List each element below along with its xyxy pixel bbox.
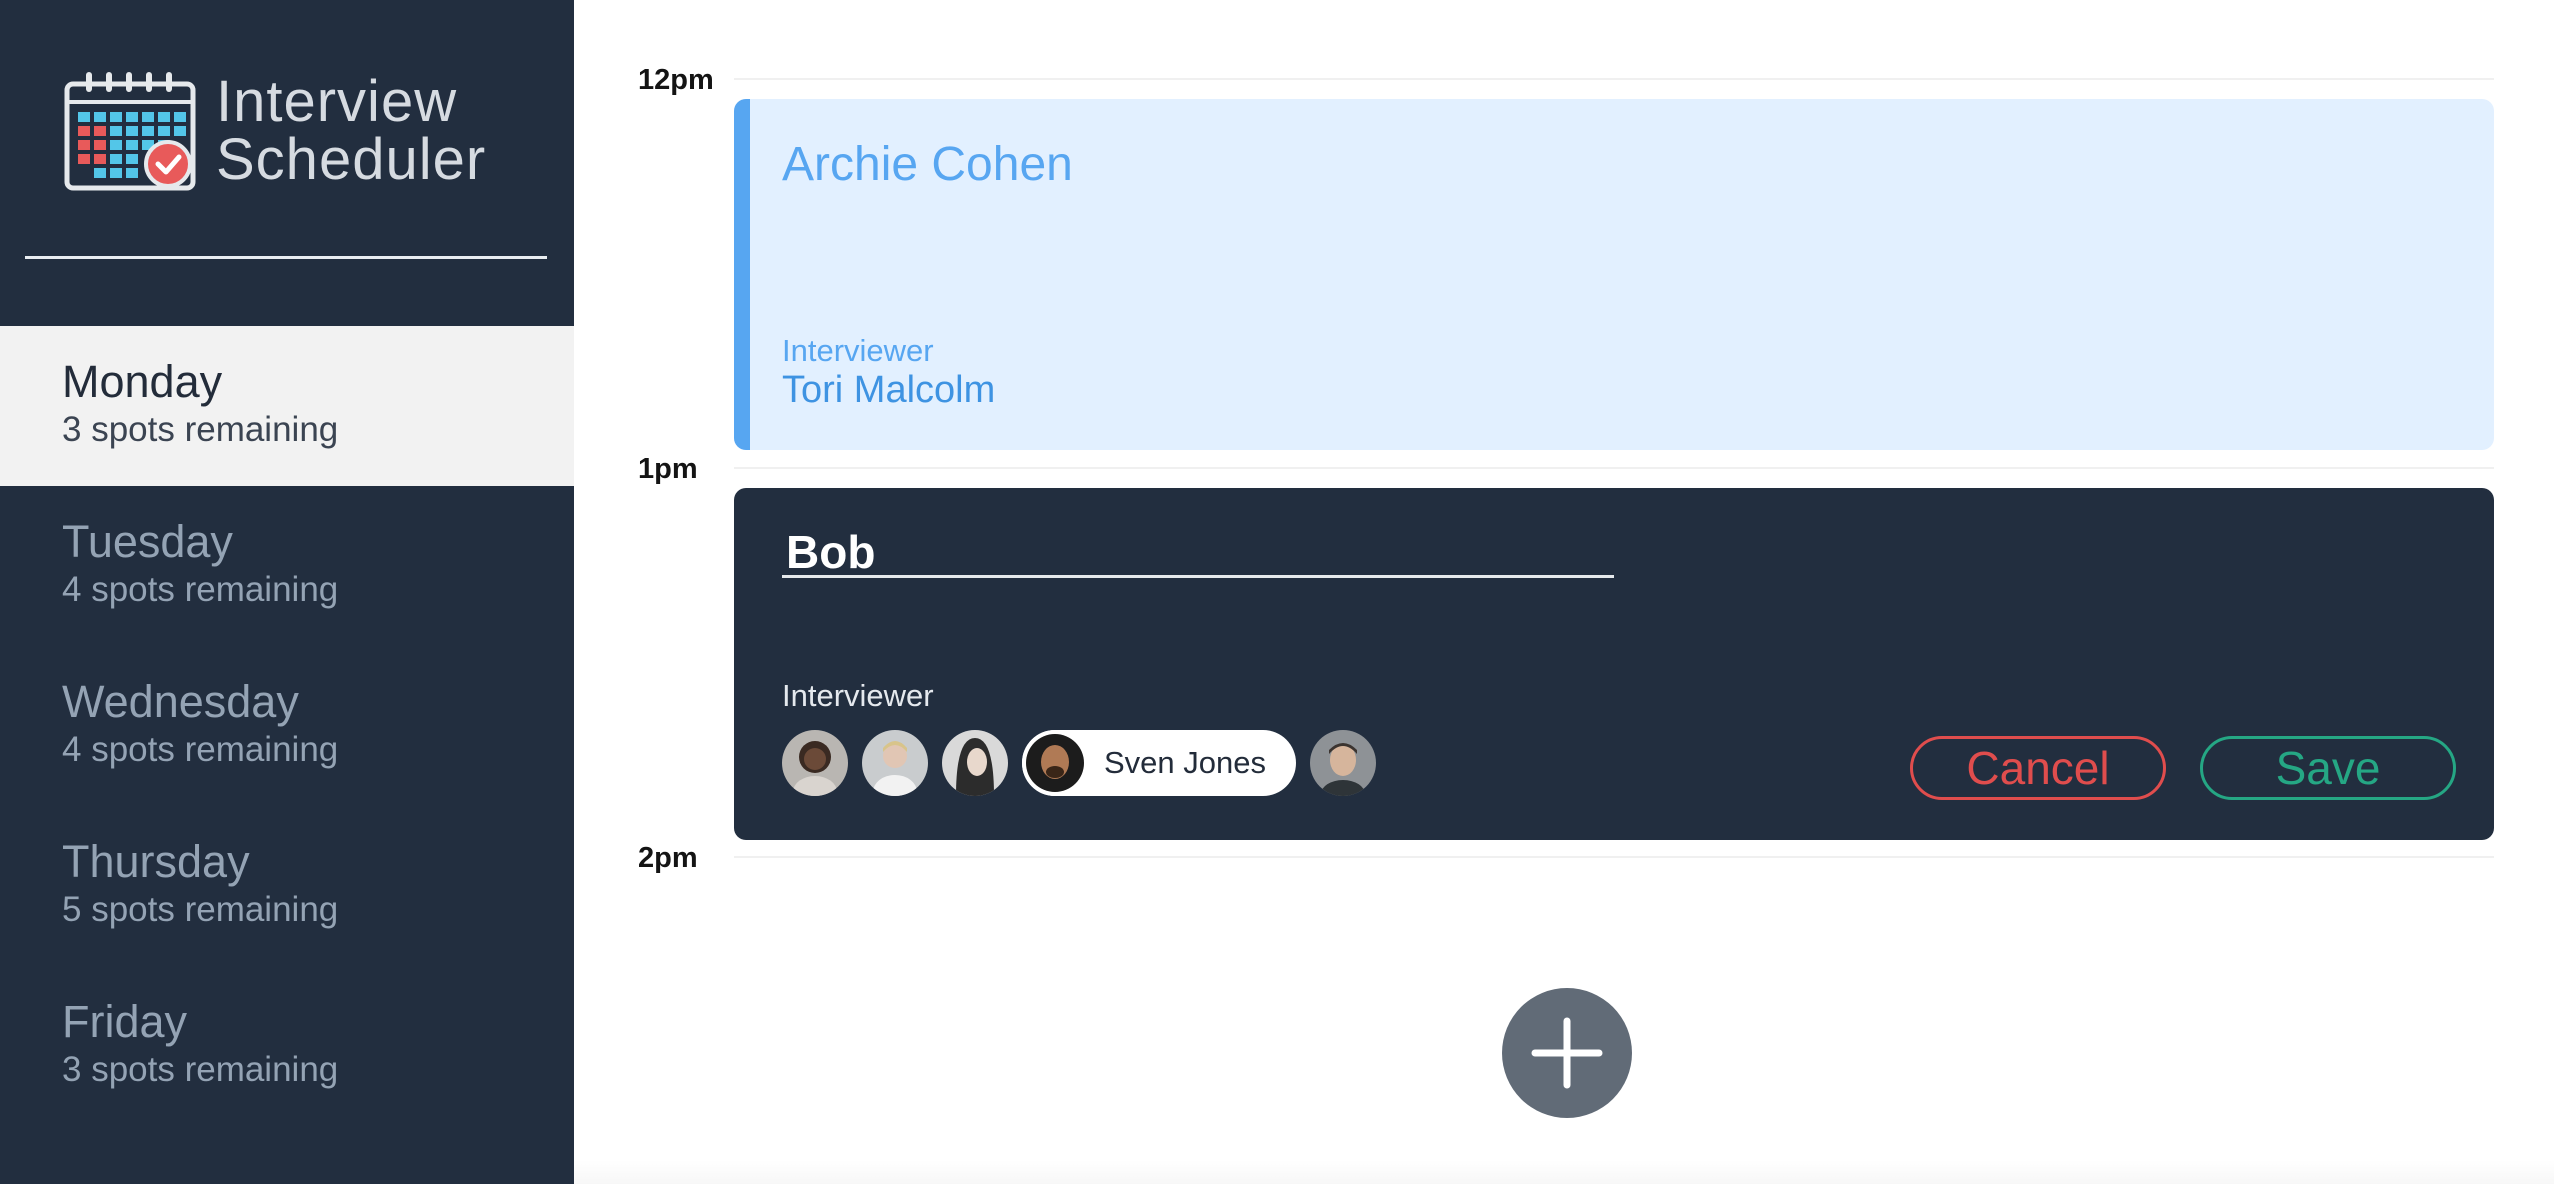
- day-item-friday[interactable]: Friday 3 spots remaining: [0, 966, 574, 1126]
- day-item-monday[interactable]: Monday 3 spots remaining: [0, 326, 574, 486]
- time-label-2pm: 2pm: [638, 842, 698, 874]
- day-list: Monday 3 spots remaining Tuesday 4 spots…: [0, 326, 574, 1126]
- day-spots: 3 spots remaining: [62, 410, 339, 449]
- interviewer-avatar[interactable]: [1310, 730, 1376, 796]
- day-spots: 4 spots remaining: [62, 730, 339, 769]
- day-spots: 4 spots remaining: [62, 570, 339, 609]
- appointment-accent-bar: [734, 99, 750, 450]
- avatar-photo-icon: [942, 730, 1008, 796]
- avatar-photo-icon: [862, 730, 928, 796]
- day-name: Monday: [62, 356, 223, 407]
- day-spots: 3 spots remaining: [62, 1050, 339, 1089]
- interviewer-selected-name: Sven Jones: [1104, 745, 1266, 780]
- interviewer-avatar[interactable]: [862, 730, 928, 796]
- day-name: Tuesday: [62, 516, 233, 567]
- day-item-tuesday[interactable]: Tuesday 4 spots remaining: [0, 486, 574, 646]
- interviewer-label: Interviewer: [782, 678, 934, 713]
- day-name: Thursday: [62, 836, 250, 887]
- interviewer-name: Tori Malcolm: [782, 369, 996, 411]
- day-item-wednesday[interactable]: Wednesday 4 spots remaining: [0, 646, 574, 806]
- app-title: Interview Scheduler: [216, 73, 486, 189]
- app: Interview Scheduler Monday 3 spots remai…: [0, 0, 2554, 1184]
- day-item-thursday[interactable]: Thursday 5 spots remaining: [0, 806, 574, 966]
- day-name: Wednesday: [62, 676, 299, 727]
- interviewer-label: Interviewer: [782, 333, 934, 368]
- logo: Interview Scheduler: [64, 68, 486, 194]
- app-title-line1: Interview: [216, 69, 458, 134]
- bottom-shade: [574, 1160, 2554, 1184]
- student-name-input[interactable]: [782, 528, 1614, 578]
- time-label-1pm: 1pm: [638, 453, 698, 485]
- interviewer-avatar[interactable]: [942, 730, 1008, 796]
- save-button[interactable]: Save: [2200, 736, 2456, 800]
- sidebar: Interview Scheduler Monday 3 spots remai…: [0, 0, 574, 1184]
- add-appointment-button[interactable]: [1502, 988, 1632, 1118]
- time-divider: [734, 467, 2494, 469]
- avatar-photo-icon: [1026, 734, 1084, 792]
- appointment-booked[interactable]: Archie Cohen Interviewer Tori Malcolm: [734, 99, 2494, 450]
- day-name: Friday: [62, 996, 188, 1047]
- calendar-logo-icon: [64, 72, 196, 191]
- interviewer-list: Sven Jones: [782, 730, 1390, 796]
- time-label-12pm: 12pm: [638, 64, 714, 96]
- avatar-photo-icon: [782, 730, 848, 796]
- time-divider: [734, 856, 2494, 858]
- time-divider: [734, 78, 2494, 80]
- appointment-form: Interviewer: [734, 488, 2494, 840]
- plus-icon: [1531, 1017, 1603, 1089]
- interviewer-avatar[interactable]: [782, 730, 848, 796]
- interviewer-avatar: [1022, 730, 1088, 796]
- day-spots: 5 spots remaining: [62, 890, 339, 929]
- app-title-line2: Scheduler: [216, 127, 487, 192]
- interviewer-selected-chip[interactable]: Sven Jones: [1022, 730, 1296, 796]
- avatar-photo-icon: [1310, 730, 1376, 796]
- schedule: 12pm 1pm 2pm Archie Cohen Interviewer To…: [574, 0, 2554, 1184]
- sidebar-divider: [25, 256, 547, 259]
- cancel-button[interactable]: Cancel: [1910, 736, 2166, 800]
- student-name: Archie Cohen: [782, 138, 1073, 191]
